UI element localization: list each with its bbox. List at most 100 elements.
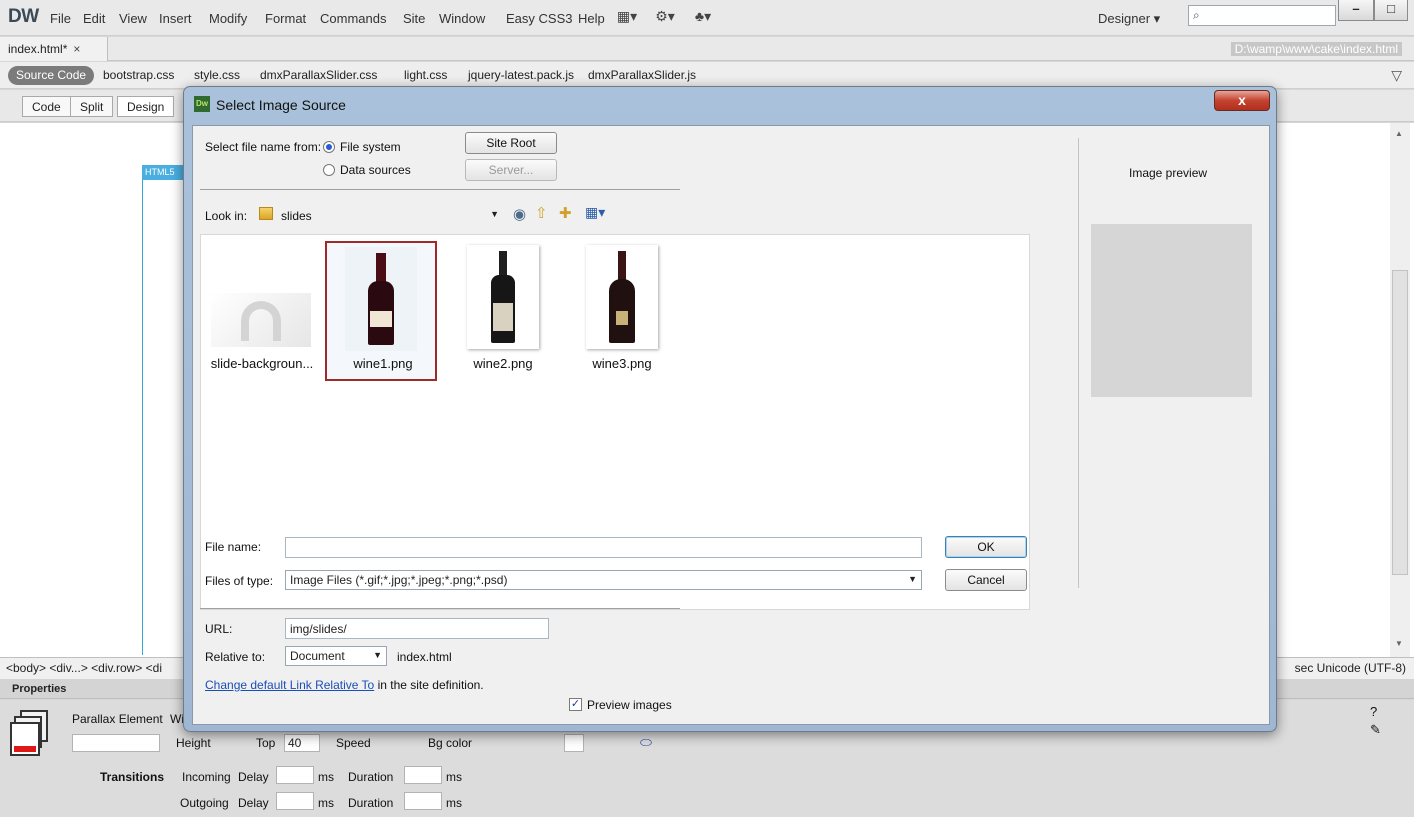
change-link-text: Change default Link Relative To in the s… (205, 678, 484, 692)
related-file-light[interactable]: light.css (404, 68, 447, 82)
menu-format[interactable]: Format (265, 11, 306, 26)
file-system-label: File system (340, 140, 401, 154)
file-name-label: File name: (205, 540, 262, 554)
menu-modify[interactable]: Modify (209, 11, 247, 26)
select-from-label: Select file name from: (205, 140, 322, 154)
edit-icon[interactable]: ✎ (1370, 722, 1381, 738)
element-id-input[interactable] (72, 734, 160, 752)
dreamweaver-icon: Dw (194, 96, 210, 112)
select-image-source-dialog: Dw Select Image Source x Select file nam… (183, 86, 1277, 732)
files-of-type-select[interactable]: Image Files (*.gif;*.jpg;*.jpeg;*.png;*.… (285, 570, 922, 590)
back-icon[interactable]: ◉ (513, 205, 526, 223)
up-folder-icon[interactable]: ⇧ (535, 204, 548, 222)
tag-selector[interactable]: <body> <div...> <div.row> <di (6, 661, 162, 675)
site-root-button[interactable]: Site Root (465, 132, 557, 154)
bottle-label (493, 303, 513, 331)
url-input[interactable]: img/slides/ (285, 618, 549, 639)
maximize-icon[interactable]: □ (1374, 0, 1408, 21)
top-input[interactable]: 40 (284, 734, 320, 752)
related-file-style[interactable]: style.css (194, 68, 240, 82)
bgcolor-label: Bg color (428, 736, 473, 750)
menu-file[interactable]: File (50, 11, 71, 26)
radio-file-system[interactable] (323, 141, 335, 153)
radio-data-sources[interactable] (323, 164, 335, 176)
new-folder-icon[interactable]: ✚ (559, 204, 572, 222)
close-icon[interactable]: x (1214, 90, 1270, 111)
app-logo: DW (8, 6, 39, 27)
relative-to-select[interactable]: Document ▼ (285, 646, 387, 666)
menu-site[interactable]: Site (403, 11, 425, 26)
file-item[interactable]: slide-backgroun... (206, 241, 318, 381)
incoming-delay-label: Delay (238, 770, 269, 784)
help-search-input[interactable]: ⌕ (1188, 5, 1336, 26)
code-view-button[interactable]: Code (22, 96, 71, 117)
related-files-bar: Source Code bootstrap.css style.css dmxP… (0, 62, 1414, 89)
minimize-icon[interactable]: – (1338, 0, 1374, 21)
site-map-icon[interactable]: ♣▾ (688, 8, 718, 28)
dialog-body: Select file name from: File system Data … (192, 125, 1270, 725)
incoming-delay-unit: ms (318, 770, 334, 784)
incoming-duration-unit: ms (446, 770, 462, 784)
design-view-button[interactable]: Design (117, 96, 175, 117)
preview-images-checkbox[interactable]: ✓ (569, 698, 582, 711)
bottle-label (370, 311, 392, 327)
file-name: wine2.png (473, 356, 533, 371)
relative-to-value: Document (290, 649, 345, 663)
file-item[interactable]: wine3.png (566, 241, 678, 381)
arch-shape (241, 301, 281, 341)
scroll-up-icon[interactable]: ▲ (1395, 129, 1403, 138)
tab-index-html[interactable]: index.html* × (0, 37, 108, 61)
url-label: URL: (205, 622, 233, 636)
height-label: Height (176, 736, 211, 750)
status-encoding: sec Unicode (UTF-8) (1294, 661, 1406, 675)
source-code-button[interactable]: Source Code (8, 66, 95, 85)
close-tab-icon[interactable]: × (73, 42, 80, 56)
menu-window[interactable]: Window (439, 11, 485, 26)
menu-easy-css3[interactable]: Easy CSS3 (506, 11, 572, 26)
split-view-button[interactable]: Split (70, 96, 114, 117)
menu-commands[interactable]: Commands (320, 11, 386, 26)
menu-edit[interactable]: Edit (83, 11, 105, 26)
file-item-selected[interactable]: wine1.png (325, 241, 437, 381)
chevron-down-icon: ▼ (490, 209, 499, 219)
server-button[interactable]: Server... (465, 159, 557, 181)
incoming-duration-input[interactable] (404, 766, 442, 784)
scrollbar-thumb[interactable] (1392, 270, 1408, 575)
outgoing-delay-input[interactable] (276, 792, 314, 810)
related-file-dmx-css[interactable]: dmxParallaxSlider.css (260, 68, 377, 82)
outgoing-duration-input[interactable] (404, 792, 442, 810)
change-link-suffix: in the site definition. (374, 678, 484, 692)
search-icon: ⌕ (1193, 8, 1200, 22)
related-file-jquery[interactable]: jquery-latest.pack.js (468, 68, 574, 82)
incoming-duration-label: Duration (348, 770, 394, 784)
incoming-delay-input[interactable] (276, 766, 314, 784)
scroll-down-icon[interactable]: ▼ (1395, 639, 1403, 648)
image-preview-label: Image preview (1129, 166, 1208, 180)
related-file-bootstrap[interactable]: bootstrap.css (103, 68, 174, 82)
look-in-value: slides (281, 209, 312, 223)
cancel-button[interactable]: Cancel (945, 569, 1027, 591)
outgoing-label: Outgoing (180, 796, 229, 810)
image-preview-box (1091, 224, 1252, 397)
help-icon[interactable]: ? (1370, 704, 1377, 719)
filter-icon[interactable]: ▽ (1391, 67, 1402, 84)
ok-button[interactable]: OK (945, 536, 1027, 558)
menu-help[interactable]: Help (578, 11, 605, 26)
change-link[interactable]: Change default Link Relative To (205, 678, 374, 692)
menu-insert[interactable]: Insert (159, 11, 192, 26)
file-item[interactable]: wine2.png (447, 241, 559, 381)
gear-icon[interactable]: ⚙▾ (650, 8, 680, 28)
tab-label: index.html* (8, 42, 68, 56)
workspace-switcher[interactable]: Designer ▾ (1098, 11, 1160, 27)
window-controls: – □ (1338, 0, 1410, 22)
menu-view[interactable]: View (119, 11, 147, 26)
related-file-dmx-js[interactable]: dmxParallaxSlider.js (588, 68, 696, 82)
file-name-input[interactable] (285, 537, 922, 558)
view-menu-icon[interactable]: ▦▾ (585, 204, 605, 221)
look-in-select[interactable]: slides ▼ (255, 204, 501, 226)
link-icon[interactable]: ⬭ (640, 734, 652, 751)
outgoing-duration-unit: ms (446, 796, 462, 810)
color-picker-button[interactable] (564, 734, 584, 752)
layout-icon[interactable]: ▦▾ (612, 8, 642, 28)
parallax-element-icon (10, 710, 50, 756)
